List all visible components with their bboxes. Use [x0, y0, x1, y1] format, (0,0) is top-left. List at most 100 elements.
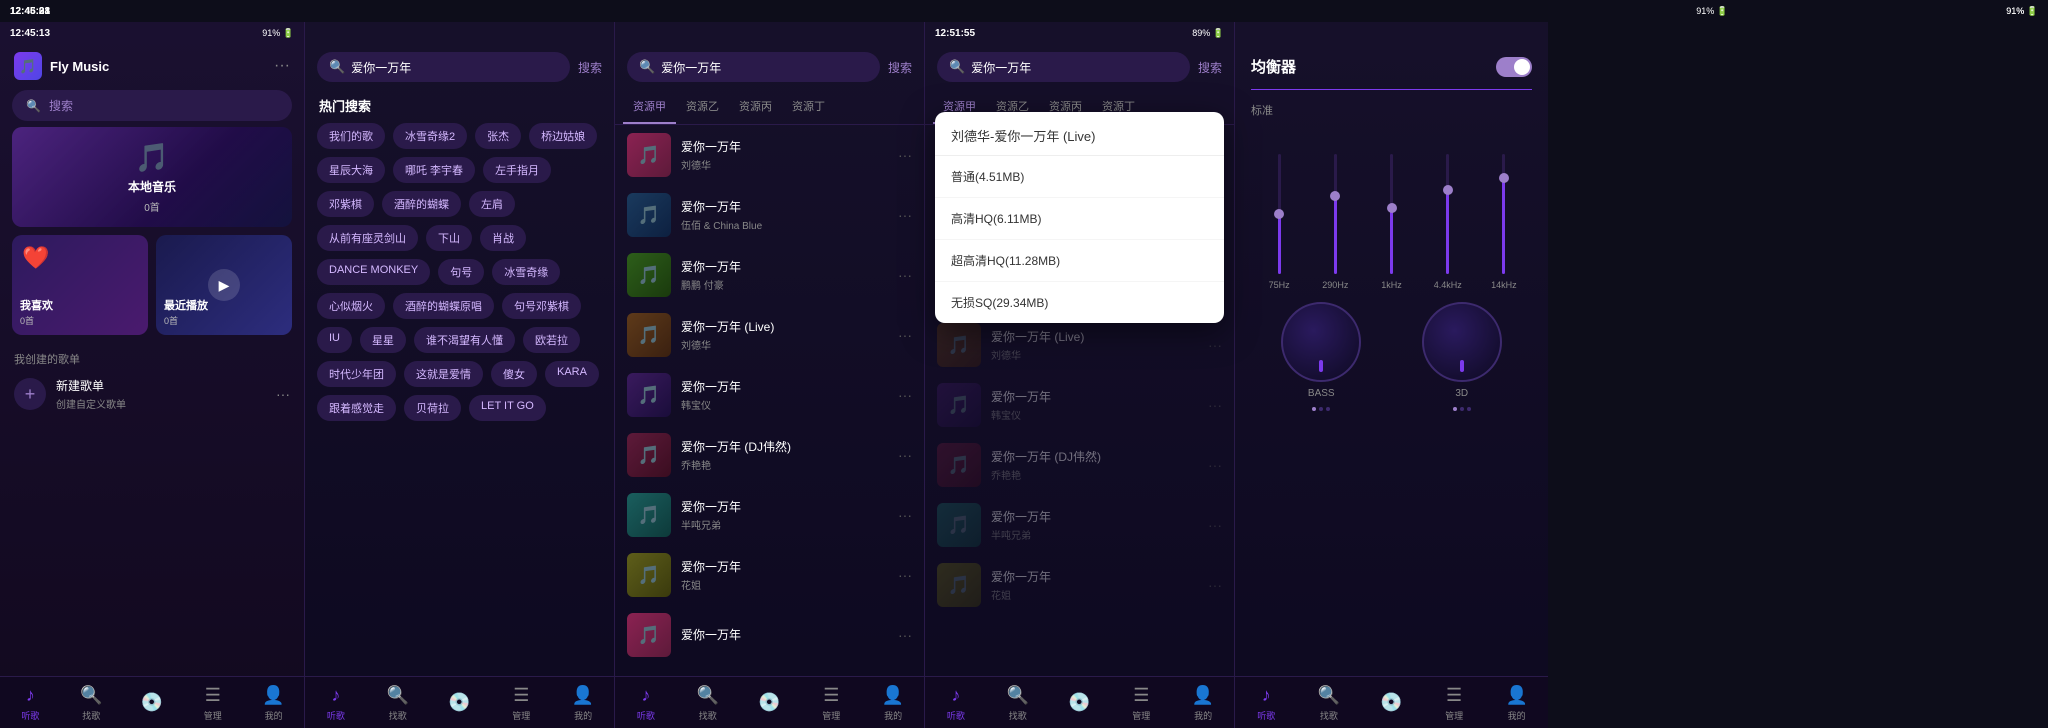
song-item[interactable]: 🎵 爱你一万年 韩宝仪 ···	[925, 375, 1234, 435]
nav-find[interactable]: 🔍 找歌	[61, 677, 122, 728]
hot-tag[interactable]: 傻女	[491, 361, 537, 387]
nav3-dj[interactable]: 💿	[739, 677, 801, 728]
new-playlist-more[interactable]	[276, 386, 290, 402]
hot-tag[interactable]: 邓紫棋	[317, 191, 374, 217]
nav3-mine[interactable]: 👤 我的	[862, 677, 924, 728]
hot-tag[interactable]: 心似烟火	[317, 293, 385, 319]
hot-tag[interactable]: 星辰大海	[317, 157, 385, 183]
eq-slider-col[interactable]: 290Hz	[1307, 154, 1363, 290]
nav4-mine[interactable]: 👤 我的	[1172, 677, 1234, 728]
quality-option[interactable]: 无损SQ(29.34MB)	[935, 282, 1224, 323]
recent-play-card[interactable]: ▶ 最近播放 0首	[156, 235, 292, 335]
nav2-listen[interactable]: ♪ 听歌	[305, 677, 367, 728]
nav5-find[interactable]: 🔍 找歌	[1298, 677, 1361, 728]
source-tab-2[interactable]: 资源乙	[676, 90, 729, 124]
song-more-button[interactable]: ···	[1208, 457, 1222, 473]
new-playlist-button[interactable]: + 新建歌单 创建自定义歌单	[0, 369, 304, 419]
nav4-find[interactable]: 🔍 找歌	[987, 677, 1049, 728]
search-submit-2[interactable]: 搜索	[578, 59, 602, 76]
song-more-button[interactable]: ···	[898, 567, 912, 583]
hot-tag[interactable]: 冰雪奇缘2	[393, 123, 467, 149]
hot-tag[interactable]: 下山	[426, 225, 472, 251]
eq-slider-col[interactable]: 1kHz	[1363, 154, 1419, 290]
search-input-wrap-3[interactable]: 🔍	[627, 52, 880, 82]
hot-tag[interactable]: 张杰	[475, 123, 521, 149]
song-item[interactable]: 🎵 爱你一万年 半吨兄弟 ···	[615, 485, 924, 545]
song-more-button[interactable]: ···	[898, 147, 912, 163]
quality-option[interactable]: 超高清HQ(11.28MB)	[935, 240, 1224, 282]
nav-dj[interactable]: 💿	[122, 677, 183, 728]
eq-slider-col[interactable]: 14kHz	[1476, 154, 1532, 290]
hot-tag[interactable]: KARA	[545, 361, 599, 387]
nav5-dj[interactable]: 💿	[1360, 677, 1423, 728]
nav4-listen[interactable]: ♪ 听歌	[925, 677, 987, 728]
song-more-button[interactable]: ···	[1208, 517, 1222, 533]
hot-tag[interactable]: 我们的歌	[317, 123, 385, 149]
hot-tag[interactable]: 欧若拉	[523, 327, 580, 353]
song-item[interactable]: 🎵 爱你一万年 (DJ伟然) 乔艳艳 ···	[925, 435, 1234, 495]
eq-knob[interactable]	[1281, 302, 1361, 382]
song-more-button[interactable]: ···	[898, 447, 912, 463]
search-input-4[interactable]	[971, 60, 1178, 74]
hot-tag[interactable]: 肖战	[480, 225, 526, 251]
song-more-button[interactable]: ···	[898, 507, 912, 523]
song-more-button[interactable]: ···	[898, 207, 912, 223]
search-input-2[interactable]	[351, 60, 558, 74]
search-input-wrap-4[interactable]: 🔍	[937, 52, 1190, 82]
song-more-button[interactable]: ···	[898, 387, 912, 403]
song-item[interactable]: 🎵 爱你一万年 刘德华 ···	[615, 125, 924, 185]
favorites-card[interactable]: ❤️ 我喜欢 0首	[12, 235, 148, 335]
quality-option[interactable]: 高清HQ(6.11MB)	[935, 198, 1224, 240]
song-more-button[interactable]: ···	[898, 627, 912, 643]
search-submit-3[interactable]: 搜索	[888, 59, 912, 76]
hot-tag[interactable]: 哪吒 李宇春	[393, 157, 475, 183]
hot-tag[interactable]: 从前有座灵剑山	[317, 225, 418, 251]
eq-slider-track[interactable]	[1446, 154, 1449, 274]
search-input-3[interactable]	[661, 60, 868, 74]
song-item[interactable]: 🎵 爱你一万年 (Live) 刘德华 ···	[925, 315, 1234, 375]
nav-manage[interactable]: ☰ 管理	[182, 677, 243, 728]
hot-tag[interactable]: 跟着感觉走	[317, 395, 396, 421]
hot-tag[interactable]: LET IT GO	[469, 395, 546, 421]
hot-tag[interactable]: 这就是爱情	[404, 361, 483, 387]
hot-tag[interactable]: 时代少年团	[317, 361, 396, 387]
nav-mine[interactable]: 👤 我的	[243, 677, 304, 728]
eq-slider-track[interactable]	[1390, 154, 1393, 274]
nav2-find[interactable]: 🔍 找歌	[367, 677, 429, 728]
hot-tag[interactable]: IU	[317, 327, 352, 353]
search-submit-4[interactable]: 搜索	[1198, 59, 1222, 76]
hot-tag[interactable]: 酒醉的蝴蝶	[382, 191, 461, 217]
hot-tag[interactable]: 桥边姑娘	[529, 123, 597, 149]
hot-tag[interactable]: 句号	[438, 259, 484, 285]
hot-tag[interactable]: DANCE MONKEY	[317, 259, 430, 285]
search-input-wrap-2[interactable]: 🔍	[317, 52, 570, 82]
source-tab-3[interactable]: 资源丙	[729, 90, 782, 124]
hot-tag[interactable]: 左手指月	[483, 157, 551, 183]
hot-tag[interactable]: 星星	[360, 327, 406, 353]
nav5-mine[interactable]: 👤 我的	[1485, 677, 1548, 728]
nav2-mine[interactable]: 👤 我的	[552, 677, 614, 728]
song-item[interactable]: 🎵 爱你一万年 鹏鹏 付豪 ···	[615, 245, 924, 305]
eq-slider-track[interactable]	[1334, 154, 1337, 274]
local-music-card[interactable]: 🎵 本地音乐 0首	[12, 127, 292, 227]
nav3-find[interactable]: 🔍 找歌	[677, 677, 739, 728]
song-item[interactable]: 🎵 爱你一万年 伍佰 & China Blue ···	[615, 185, 924, 245]
nav5-manage[interactable]: ☰ 管理	[1423, 677, 1486, 728]
hot-tag[interactable]: 酒醉的蝴蝶原唱	[393, 293, 494, 319]
nav3-listen[interactable]: ♪ 听歌	[615, 677, 677, 728]
song-item[interactable]: 🎵 爱你一万年 ···	[615, 605, 924, 665]
song-item[interactable]: 🎵 爱你一万年 (Live) 刘德华 ···	[615, 305, 924, 365]
eq-slider-col[interactable]: 75Hz	[1251, 154, 1307, 290]
nav2-dj[interactable]: 💿	[429, 677, 491, 728]
eq-toggle[interactable]	[1496, 57, 1532, 77]
eq-slider-col[interactable]: 4.4kHz	[1420, 154, 1476, 290]
song-more-button[interactable]: ···	[1208, 577, 1222, 593]
song-more-button[interactable]: ···	[898, 267, 912, 283]
song-more-button[interactable]: ···	[1208, 337, 1222, 353]
source-tab-4[interactable]: 资源丁	[782, 90, 835, 124]
nav2-manage[interactable]: ☰ 管理	[490, 677, 552, 728]
eq-slider-track[interactable]	[1502, 154, 1505, 274]
hot-tag[interactable]: 贝荷拉	[404, 395, 461, 421]
song-more-button[interactable]: ···	[1208, 397, 1222, 413]
search-button-bar[interactable]: 🔍 搜索	[12, 90, 292, 121]
